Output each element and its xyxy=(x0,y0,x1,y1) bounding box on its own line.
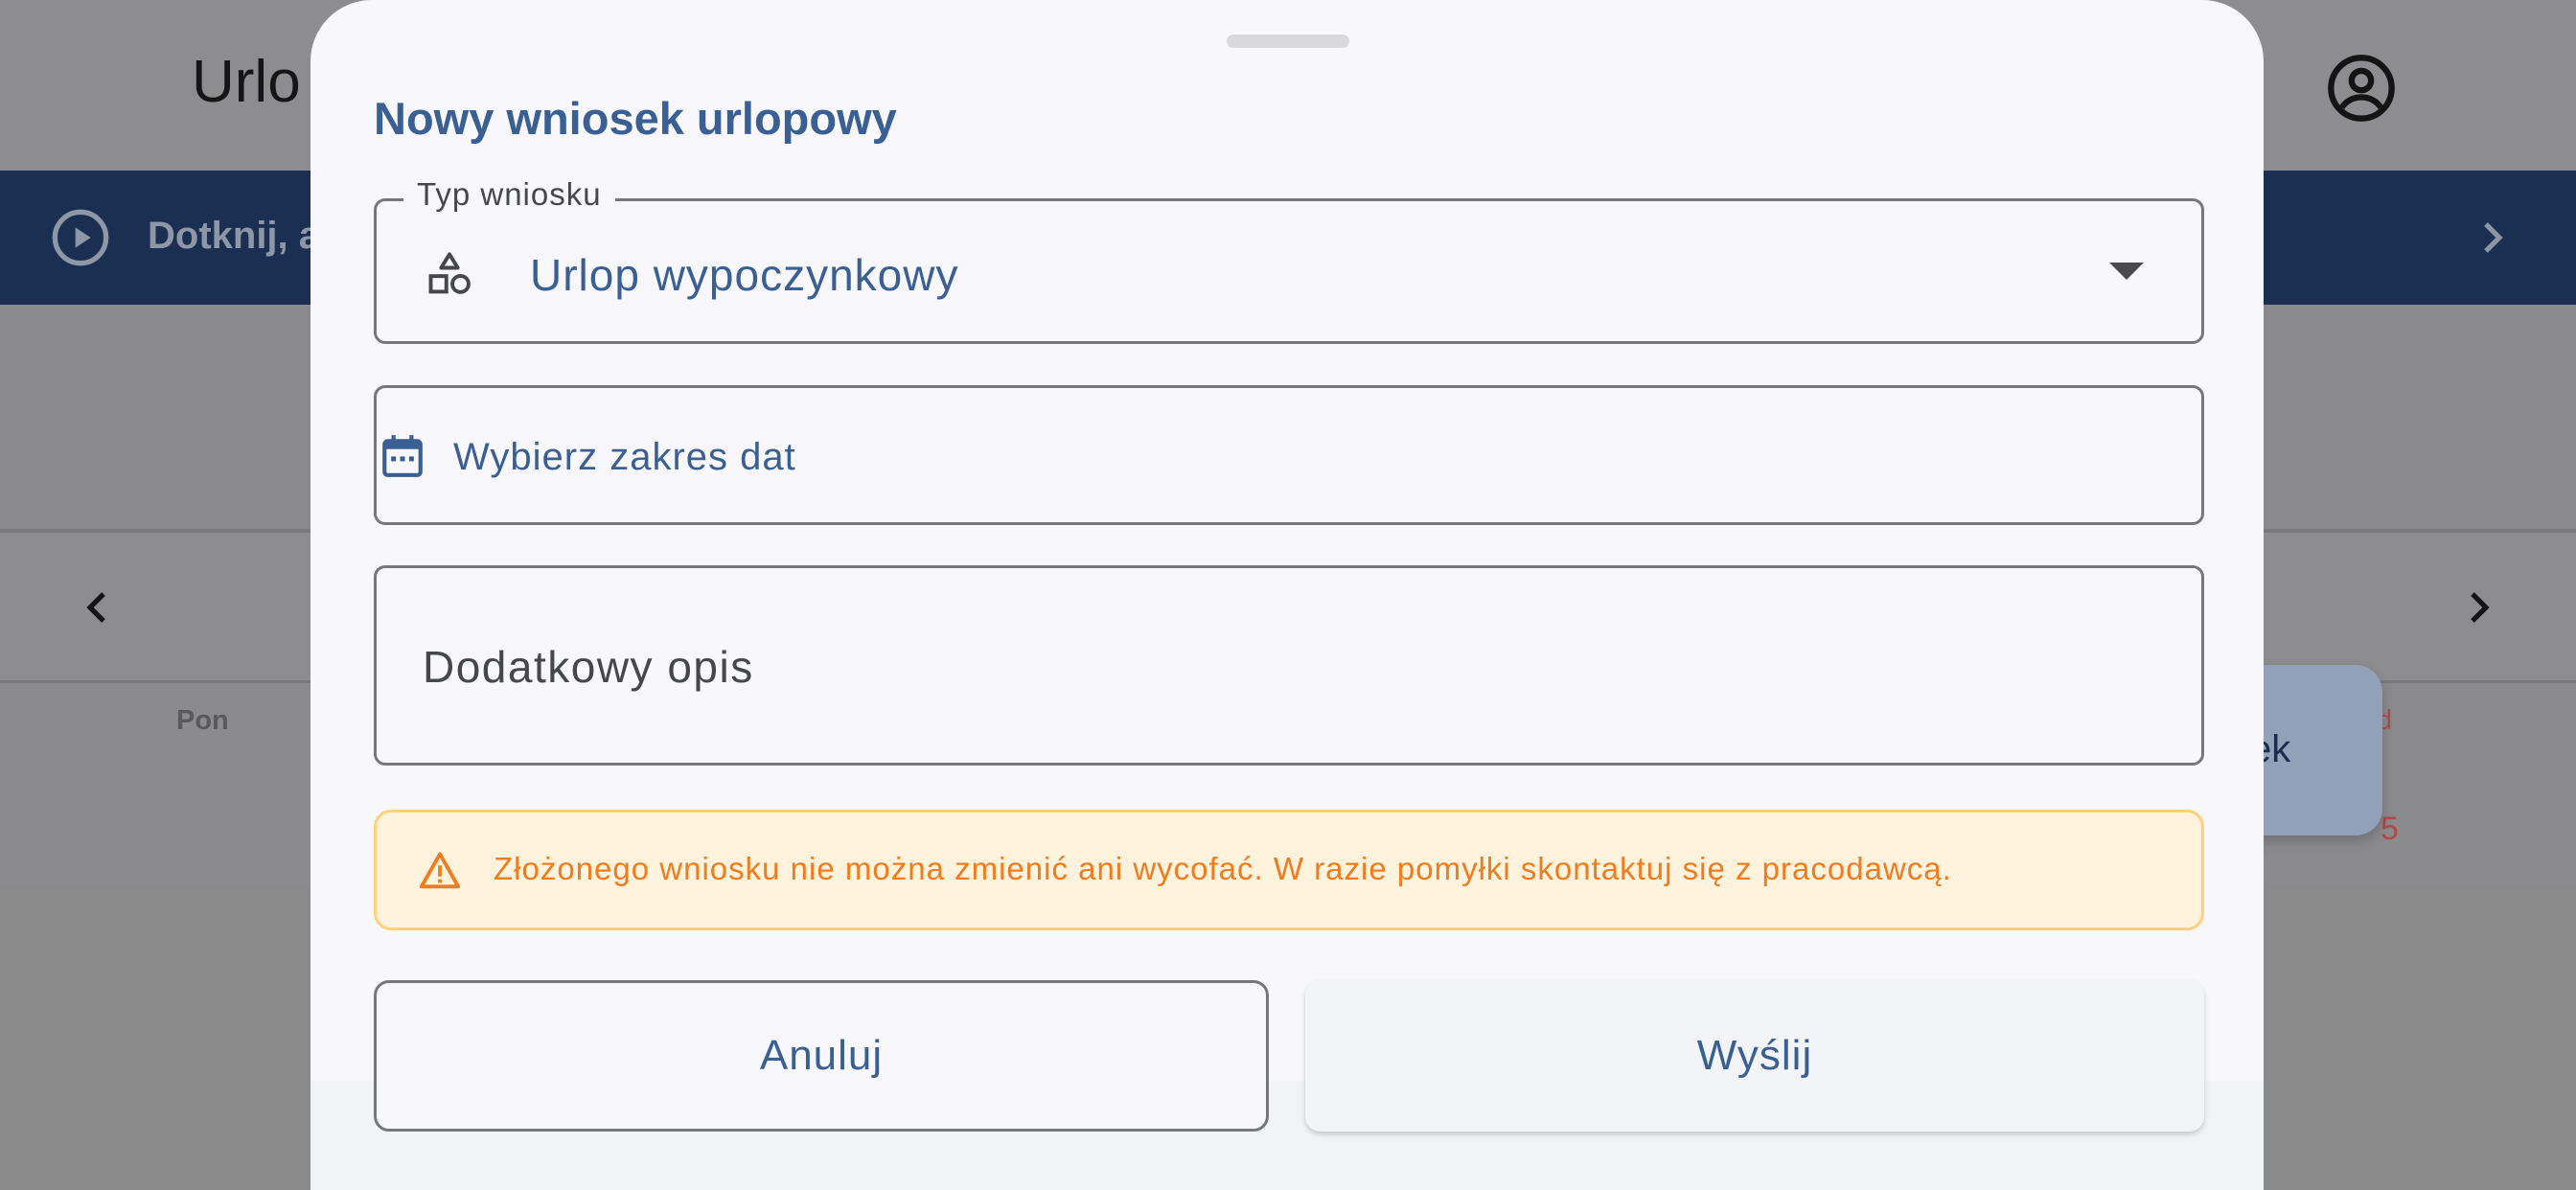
account-circle-icon[interactable] xyxy=(2325,52,2398,125)
date-range-picker[interactable]: Wybierz zakres dat xyxy=(374,385,2204,525)
dropdown-arrow-icon xyxy=(2109,263,2144,280)
cancel-button[interactable]: Anuluj xyxy=(374,980,1269,1132)
category-shapes-icon xyxy=(428,252,471,294)
next-month-chevron-icon[interactable] xyxy=(2455,584,2501,630)
request-type-value: Urlop wypoczynkowy xyxy=(530,250,959,300)
warning-alert: Złożonego wniosku nie można zmienić ani … xyxy=(374,810,2204,930)
sheet-title: Nowy wniosek urlopowy xyxy=(374,93,897,144)
chevron-right-icon xyxy=(2484,222,2503,253)
weekday-label: Pon xyxy=(176,705,229,736)
app-title: Urlo xyxy=(192,49,301,115)
drag-handle[interactable] xyxy=(1227,34,1349,48)
description-field[interactable]: Dodatkowy opis xyxy=(374,565,2204,766)
request-type-select[interactable]: Typ wniosku Urlop wypoczynkowy xyxy=(374,176,2204,344)
request-type-label: Typ wniosku xyxy=(403,176,615,213)
calendar-day[interactable]: 5 xyxy=(2380,811,2399,848)
warning-icon xyxy=(419,852,461,889)
date-range-label: Wybierz zakres dat xyxy=(453,436,796,478)
calendar-icon xyxy=(382,435,423,477)
warning-text: Złożonego wniosku nie można zmienić ani … xyxy=(494,851,1952,886)
previous-month-chevron-icon[interactable] xyxy=(75,584,121,630)
play-circle-icon xyxy=(52,209,109,266)
banner-text: Dotknij, a xyxy=(148,215,321,257)
new-request-sheet: Nowy wniosek urlopowy Typ wniosku Urlop … xyxy=(310,0,2264,1190)
description-placeholder: Dodatkowy opis xyxy=(423,642,754,692)
submit-button[interactable]: Wyślij xyxy=(1305,980,2204,1132)
